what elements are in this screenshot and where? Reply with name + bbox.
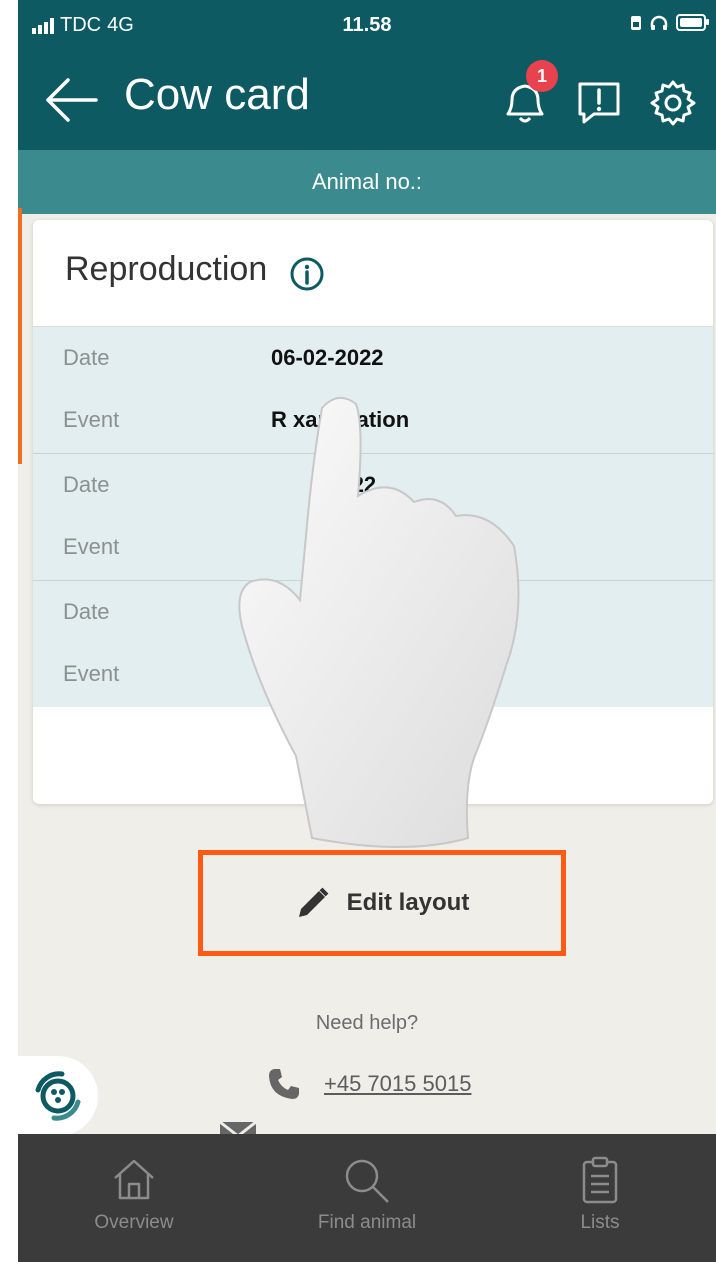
tab-lists[interactable]: Lists: [484, 1134, 716, 1262]
tab-find-animal-label: Find animal: [317, 1212, 417, 1233]
event-label: Event: [63, 661, 120, 686]
back-arrow-icon[interactable]: [44, 76, 98, 124]
notification-badge: 1: [526, 60, 558, 92]
feedback-icon[interactable]: [574, 78, 624, 128]
page-title: Cow card: [124, 70, 310, 119]
focus-edge-marker: [18, 208, 22, 464]
info-icon[interactable]: [289, 256, 325, 292]
animal-number-label: Animal no.:: [311, 169, 423, 194]
tab-overview[interactable]: Overview: [18, 1134, 250, 1262]
tab-lists-label: Lists: [580, 1212, 620, 1233]
clock: 11.58: [342, 14, 392, 36]
battery-icon: [676, 14, 709, 31]
sync-helper-icon: [35, 1071, 81, 1121]
help-title: Need help?: [315, 1012, 419, 1034]
event-label: Event: [63, 534, 120, 559]
search-icon: [345, 1159, 389, 1203]
clipboard-icon: [582, 1156, 618, 1204]
screen: TDC 4G 11.58 Cow card 1 Animal no.: Repr…: [18, 0, 716, 1262]
phone-number-link[interactable]: +45 7015 5015: [324, 1071, 471, 1097]
date-row: Date 06-02-2022: [33, 329, 713, 389]
headphones-icon: [650, 15, 668, 30]
tab-find-animal[interactable]: Find animal: [251, 1134, 483, 1262]
event-label: Event: [63, 407, 120, 432]
phone-icon: [269, 1069, 299, 1099]
edit-layout-label: Edit layout: [346, 889, 470, 916]
gear-icon[interactable]: [648, 78, 698, 128]
tap-hand-icon: [238, 397, 520, 848]
phone-contact[interactable]: +45 7015 5015: [266, 1066, 471, 1102]
animal-number-bar: Animal no.:: [18, 150, 716, 214]
tab-overview-label: Overview: [94, 1212, 174, 1233]
floating-helper-widget[interactable]: [18, 1056, 98, 1136]
date-value: 06-02-2022: [271, 345, 384, 370]
home-icon: [114, 1159, 154, 1200]
pencil-icon: [298, 887, 329, 917]
date-label: Date: [63, 599, 110, 624]
status-bar: TDC 4G 11.58: [18, 0, 716, 52]
edit-layout-button[interactable]: Edit layout: [198, 850, 566, 956]
date-label: Date: [63, 345, 110, 370]
card-header: Reproduction: [33, 220, 713, 327]
bottom-tab-bar: Overview Find animal Lists: [18, 1134, 716, 1262]
app-bar: Cow card 1: [18, 52, 716, 150]
status-icons: [630, 14, 709, 31]
sim-icon: [631, 15, 641, 30]
date-label: Date: [63, 472, 110, 497]
card-title: Reproduction: [65, 250, 268, 288]
